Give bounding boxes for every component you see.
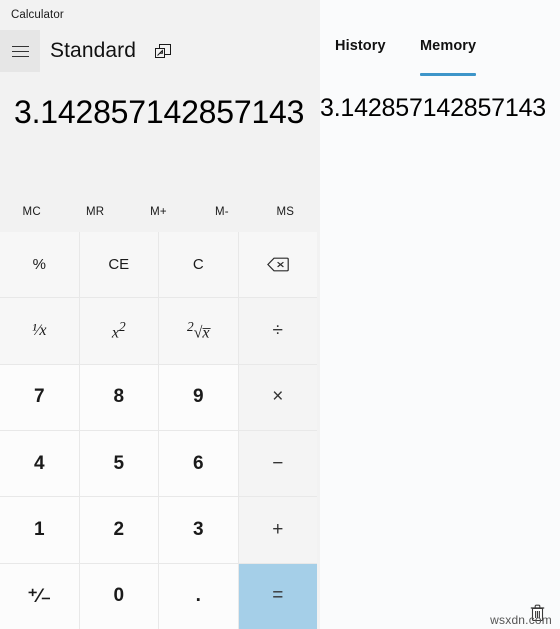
two-button-label: 2	[113, 518, 125, 540]
minus-button-label: −	[272, 452, 284, 474]
one-button-label: 1	[33, 518, 45, 540]
memory-list-item[interactable]: 3.142857142857143	[320, 86, 560, 130]
zero-button-label: 0	[113, 585, 125, 607]
memory-add-button[interactable]: M+	[127, 194, 190, 230]
negate-button-label: ⁺⁄₋	[27, 585, 51, 607]
divide-button[interactable]: ÷	[238, 298, 317, 364]
nine-button[interactable]: 9	[159, 364, 238, 430]
window-title: Calculator	[11, 9, 64, 21]
percent-button[interactable]: %	[0, 232, 79, 298]
six-button[interactable]: 6	[159, 431, 238, 497]
seven-button-label: 7	[33, 386, 45, 408]
page-title: Standard	[50, 39, 137, 62]
memory-subtract-label: M-	[215, 206, 229, 218]
mode-header: Standard	[0, 30, 320, 72]
memory-store-button[interactable]: MS	[254, 194, 317, 230]
backspace-icon	[266, 257, 289, 272]
side-panel-tabs: History Memory	[320, 38, 560, 76]
three-button[interactable]: 3	[159, 497, 238, 563]
reciprocal-button[interactable]: ¹⁄x	[0, 298, 79, 364]
memory-recall-button[interactable]: MR	[63, 194, 126, 230]
decimal-button-label: .	[195, 585, 201, 607]
nine-button-label: 9	[192, 386, 204, 408]
two-button[interactable]: 2	[79, 497, 158, 563]
four-button-label: 4	[33, 452, 45, 474]
four-button[interactable]: 4	[0, 431, 79, 497]
tab-history[interactable]: History	[335, 38, 386, 72]
tab-memory[interactable]: Memory	[420, 38, 477, 76]
memory-add-label: M+	[150, 206, 167, 218]
six-button-label: 6	[192, 452, 204, 474]
zero-button[interactable]: 0	[79, 563, 158, 629]
calculator-window: Calculator Standard 3.142857142857143 MC…	[0, 0, 560, 629]
calculator-pane: 3.142857142857143 MC MR M+ M- MS % CE C ¹⁄x x2 2√…	[0, 72, 320, 629]
plus-button[interactable]: +	[238, 497, 317, 563]
memory-clear-button[interactable]: MC	[0, 194, 63, 230]
memory-clear-label: MC	[22, 206, 41, 218]
equals-button[interactable]: =	[238, 563, 317, 629]
percent-button-label: %	[32, 256, 46, 274]
five-button[interactable]: 5	[79, 431, 158, 497]
memory-recall-label: MR	[85, 206, 105, 218]
display-area: 3.142857142857143	[0, 72, 320, 152]
memory-store-label: MS	[276, 206, 295, 218]
negate-button[interactable]: ⁺⁄₋	[0, 563, 79, 629]
divide-button-label: ÷	[272, 319, 283, 341]
tab-history-label: History	[335, 38, 386, 54]
eight-button[interactable]: 8	[79, 364, 158, 430]
memory-item-value: 3.142857142857143	[319, 93, 546, 122]
one-button[interactable]: 1	[0, 497, 79, 563]
five-button-label: 5	[113, 452, 125, 474]
eight-button-label: 8	[113, 386, 125, 408]
square-button[interactable]: x2	[79, 298, 158, 364]
plus-button-label: +	[272, 518, 284, 540]
tab-selected-underline	[420, 73, 477, 76]
display-value: 3.142857142857143	[14, 93, 305, 130]
clear-entry-button[interactable]: CE	[79, 232, 158, 298]
memory-button-row: MC MR M+ M- MS	[0, 194, 317, 230]
square-root-button-label: 2√x̅	[186, 319, 210, 342]
tab-memory-label: Memory	[420, 38, 477, 54]
multiply-button[interactable]: ×	[238, 364, 317, 430]
memory-subtract-button[interactable]: M-	[190, 194, 253, 230]
clear-button-label: C	[192, 256, 204, 274]
seven-button[interactable]: 7	[0, 364, 79, 430]
minus-button[interactable]: −	[238, 431, 317, 497]
hamburger-bars	[11, 45, 29, 57]
hamburger-icon[interactable]	[0, 30, 40, 72]
watermark: wsxdn.com	[490, 613, 552, 627]
multiply-button-label: ×	[272, 386, 284, 408]
three-button-label: 3	[192, 518, 204, 540]
keypad-grid: % CE C ¹⁄x x2 2√x̅ ÷ 7 8 9 × 4 5 6 − 1 2 3 + ⁺⁄₋ 0. =	[0, 232, 317, 629]
square-button-label: x2	[111, 319, 126, 342]
clear-button[interactable]: C	[159, 232, 238, 298]
keep-on-top-icon[interactable]	[150, 39, 176, 63]
clear-entry-button-label: CE	[108, 256, 130, 274]
equals-button-label: =	[272, 585, 284, 607]
decimal-button[interactable]: .	[159, 563, 238, 629]
square-root-button[interactable]: 2√x̅	[159, 298, 238, 364]
reciprocal-button-label: ¹⁄x	[31, 321, 47, 339]
backspace-button[interactable]	[238, 232, 317, 298]
side-panel: History Memory 3.142857142857143 wsxdn.c…	[320, 0, 560, 629]
